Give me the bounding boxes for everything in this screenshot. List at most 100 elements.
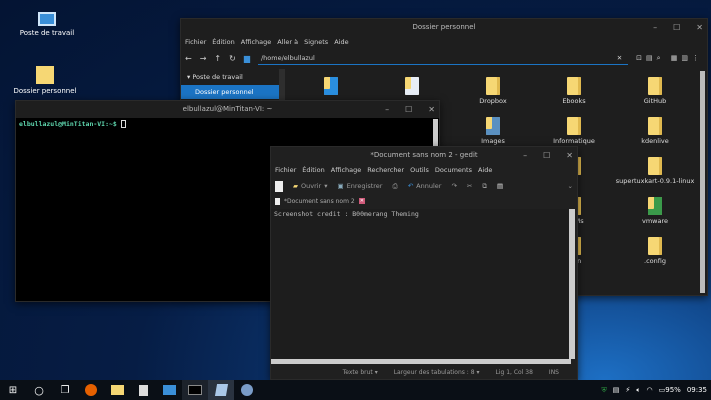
undo-button[interactable]: ↶Annuler — [408, 182, 442, 190]
terminal-taskbar-icon[interactable] — [182, 380, 208, 400]
folder-item[interactable] — [291, 77, 371, 97]
sidebar-section[interactable]: ▾ Poste de travail — [181, 69, 279, 85]
wifi-icon[interactable]: ◠ — [647, 386, 653, 394]
menu-bar: Fichier Édition Affichage Rechercher Outils D… — [271, 164, 577, 177]
security-icon[interactable]: ⛨ — [602, 386, 607, 395]
network-icon[interactable]: ⚡ — [625, 386, 630, 394]
scrollbar[interactable] — [700, 71, 705, 293]
task-view-button[interactable]: ❐ — [52, 380, 78, 400]
close-button[interactable]: ✕ — [696, 19, 703, 36]
computer-icon[interactable]: ▆ — [244, 54, 250, 63]
menu-item[interactable]: Édition — [302, 164, 325, 177]
menu-item[interactable]: Signets — [304, 36, 328, 49]
cut-button[interactable]: ✂ — [467, 182, 472, 190]
cursor — [121, 120, 126, 128]
folder-label: kdenlive — [615, 137, 695, 145]
maximize-button[interactable]: ☐ — [405, 101, 412, 118]
folder-item[interactable]: vmware — [615, 197, 695, 225]
menu-item[interactable]: Fichier — [185, 36, 206, 49]
reload-icon[interactable]: ↻ — [229, 54, 236, 63]
folder-item[interactable]: Images — [453, 117, 533, 145]
clear-icon[interactable]: ✕ — [617, 51, 622, 65]
folder-item[interactable]: supertuxkart-0.9.1-linux — [615, 157, 695, 185]
menu-item[interactable]: Affichage — [331, 164, 362, 177]
tab-document[interactable]: *Document sans nom 2✕ — [271, 195, 577, 207]
minimize-button[interactable]: – — [385, 101, 389, 118]
view-icons[interactable]: ⊡▤⌕ ▦▥⋮ — [636, 54, 703, 63]
store-icon[interactable] — [130, 380, 156, 400]
minimize-button[interactable]: – — [523, 147, 527, 164]
folder-item[interactable]: Informatique — [534, 117, 614, 145]
new-document-button[interactable] — [275, 181, 283, 192]
folder-label: .config — [615, 257, 695, 265]
file-manager-taskbar-icon[interactable] — [156, 380, 182, 400]
computer-icon — [38, 12, 56, 26]
sidebar-item-dossier-personnel[interactable]: Dossier personnel — [181, 85, 279, 99]
folder-item[interactable]: GitHub — [615, 77, 695, 105]
chrome-icon[interactable] — [234, 380, 260, 400]
folder-icon — [648, 237, 662, 255]
toolbar: ▰Ouvrir ▾ ▣Enregistrer ⎙ ↶Annuler ↷ ✂ ⧉ ▤ ⌄ — [271, 177, 577, 195]
folder-label: Informatique — [534, 137, 614, 145]
menu-item[interactable]: Affichage — [241, 36, 272, 49]
folder-label: Images — [453, 137, 533, 145]
battery-icon[interactable]: ▭95% — [659, 386, 681, 394]
menu-item[interactable]: Aide — [334, 36, 348, 49]
minimize-button[interactable]: – — [653, 19, 657, 36]
folder-label: GitHub — [615, 97, 695, 105]
close-button[interactable]: ✕ — [428, 101, 435, 118]
window-title: *Document sans nom 2 - gedit — [370, 151, 477, 159]
clipboard-icon[interactable]: ▤ — [613, 386, 620, 394]
insert-mode: INS — [549, 369, 559, 376]
paste-button[interactable]: ▤ — [497, 182, 503, 190]
h-scrollbar[interactable] — [271, 359, 571, 364]
folder-item[interactable]: Dropbox — [453, 77, 533, 105]
desktop-icon-dossier-personnel[interactable]: Dossier personnel — [10, 66, 80, 95]
save-button[interactable]: ▣Enregistrer — [338, 182, 383, 190]
folder-icon — [405, 77, 419, 95]
desktop-icon-poste-de-travail[interactable]: Poste de travail — [12, 12, 82, 37]
folder-icon — [648, 157, 662, 175]
back-icon[interactable]: ← — [185, 54, 192, 63]
maximize-button[interactable]: ☐ — [543, 147, 550, 164]
tab-width-select[interactable]: Largeur des tabulations : 8 ▾ — [394, 369, 480, 376]
home-folder-icon — [36, 66, 54, 84]
up-icon[interactable]: ↑ — [214, 54, 221, 63]
menu-item[interactable]: Fichier — [275, 164, 296, 177]
close-tab-icon[interactable]: ✕ — [359, 198, 365, 204]
menu-item[interactable]: Rechercher — [367, 164, 404, 177]
language-select[interactable]: Texte brut ▾ — [343, 369, 378, 376]
close-button[interactable]: ✕ — [566, 147, 573, 164]
window-title: Dossier personnel — [412, 23, 475, 31]
print-button[interactable]: ⎙ — [392, 182, 397, 191]
maximize-button[interactable]: ☐ — [673, 19, 680, 36]
firefox-icon[interactable] — [78, 380, 104, 400]
menu-item[interactable]: Outils — [410, 164, 429, 177]
scrollbar[interactable] — [569, 209, 575, 359]
more-button[interactable]: ⌄ — [568, 182, 573, 190]
folder-icon — [567, 77, 581, 95]
folder-item[interactable]: Ebooks — [534, 77, 614, 105]
gedit-taskbar-icon[interactable] — [208, 380, 234, 400]
clock[interactable]: 09:35 — [687, 386, 707, 394]
folder-item[interactable]: kdenlive — [615, 117, 695, 145]
menu-item[interactable]: Aide — [478, 164, 492, 177]
volume-icon[interactable]: 🔈︎ — [636, 386, 640, 395]
menu-item[interactable]: Édition — [212, 36, 235, 49]
path-input[interactable]: /home/elbullazul✕ — [258, 51, 628, 65]
redo-button[interactable]: ↷ — [451, 182, 456, 190]
menu-item[interactable]: Aller à — [277, 36, 298, 49]
forward-icon[interactable]: → — [200, 54, 207, 63]
gedit-window: *Document sans nom 2 - gedit –☐ ✕ Fichier… — [270, 146, 578, 380]
menu-item[interactable]: Documents — [435, 164, 472, 177]
folder-item[interactable]: .config — [615, 237, 695, 265]
terminal-output[interactable]: elbullazul@MinTitan-VI:~$ — [16, 118, 439, 130]
folder-icon — [567, 117, 581, 135]
copy-button[interactable]: ⧉ — [482, 182, 487, 191]
open-button[interactable]: ▰Ouvrir ▾ — [293, 182, 328, 190]
start-button[interactable]: ⊞ — [0, 380, 26, 400]
text-editor[interactable]: Screenshot credit : B00merang Theming — [271, 209, 571, 359]
search-button[interactable]: ○ — [26, 380, 52, 400]
file-explorer-icon[interactable] — [104, 380, 130, 400]
folder-item[interactable] — [372, 77, 452, 97]
